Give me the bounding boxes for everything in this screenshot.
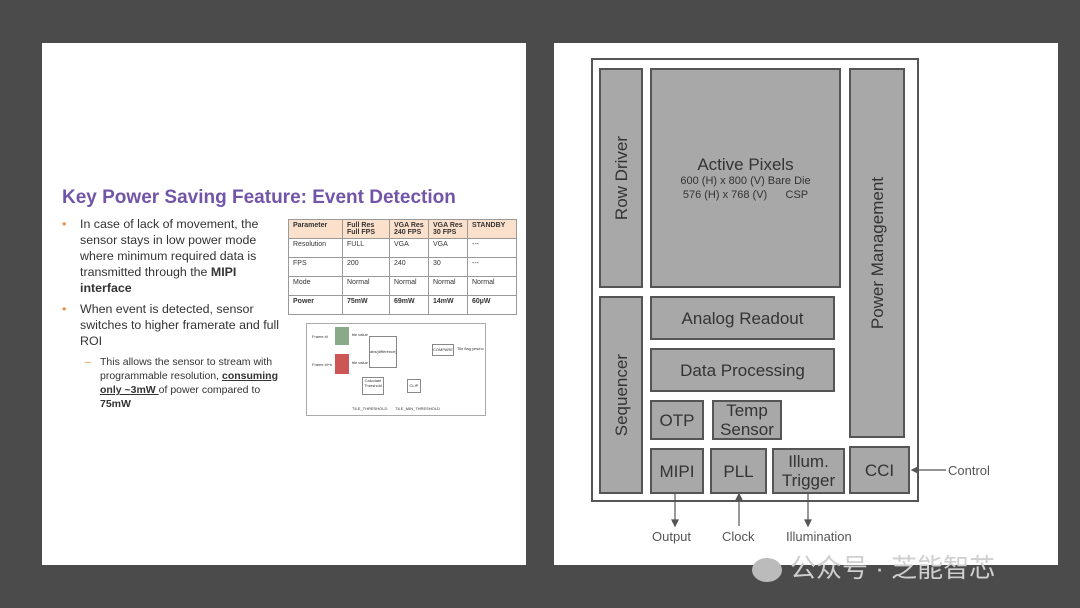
output-label: Output — [652, 529, 692, 544]
watermark: 公众号 · 芝能智芯 — [752, 548, 995, 585]
control-label: Control — [948, 463, 990, 478]
illumination-label: Illumination — [786, 529, 852, 544]
clock-label: Clock — [722, 529, 755, 544]
wechat-icon — [752, 558, 782, 583]
signal-arrows — [671, 466, 946, 528]
